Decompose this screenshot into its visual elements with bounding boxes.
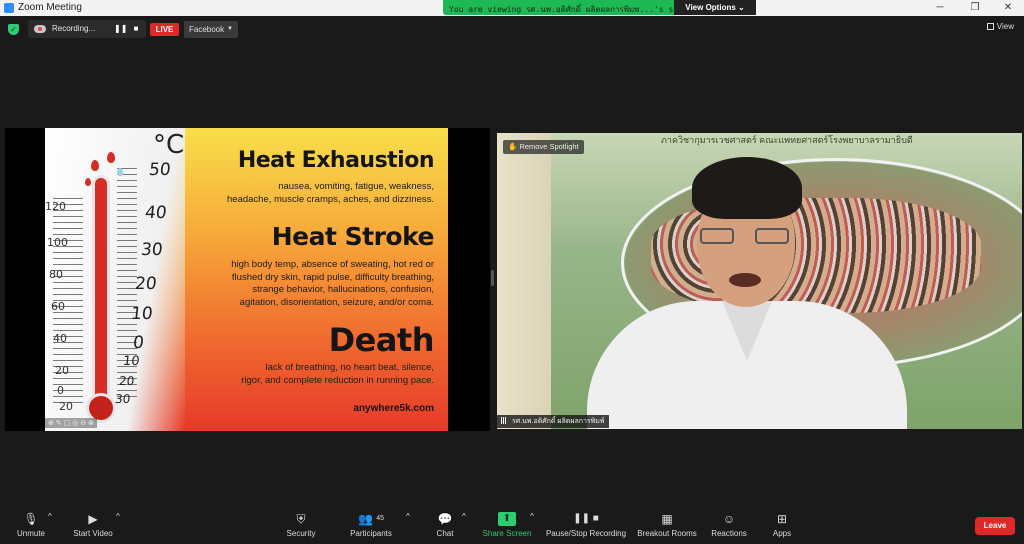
droplet-icon xyxy=(107,152,115,163)
share-caret-icon[interactable]: ^ xyxy=(530,512,534,544)
droplet-icon xyxy=(91,160,99,171)
participant-name-tag: รศ.นพ.อดิศักดิ์ ผลิตผลการพิมพ์ xyxy=(497,415,609,428)
share-screen-icon: ⬆ xyxy=(498,512,516,526)
unmute-button[interactable]: 🎙 Unmute xyxy=(14,512,48,544)
celsius-label: °C xyxy=(153,130,185,160)
presenter-toolbar[interactable]: ⊕ ✎ ▢ ◎ ⊖ ⊗ xyxy=(45,418,97,428)
stop-recording-button[interactable]: ■ xyxy=(130,23,142,35)
share-screen-button[interactable]: ⬆ Share Screen xyxy=(482,512,532,544)
maximize-button[interactable]: ❐ xyxy=(965,1,985,15)
fahrenheit-label: 20 xyxy=(59,400,73,413)
viewing-banner: You are viewing รศ.นพ.อดิศักดิ์ ผลิตผลกา… xyxy=(443,0,756,15)
glasses-right xyxy=(755,228,789,244)
window-title: Zoom Meeting xyxy=(18,2,82,13)
background-wall xyxy=(497,133,557,429)
participants-count: 45 xyxy=(376,515,385,522)
website-label: anywhere5k.com xyxy=(353,403,434,414)
recording-indicator: Recording... ❚❚ ■ xyxy=(28,20,146,38)
temp-label: 10 xyxy=(129,304,154,324)
spotlight-icon: ✋ xyxy=(508,142,520,151)
platform-label: Facebook xyxy=(189,25,225,34)
fahrenheit-label: 20 xyxy=(55,364,69,377)
minimize-button[interactable]: ─ xyxy=(930,1,950,15)
dropdown-caret-icon: ▼ xyxy=(227,26,233,32)
temp-label: 50 xyxy=(147,160,172,180)
reactions-button[interactable]: ☺ Reactions xyxy=(710,512,748,544)
heat-stroke-heading: Heat Stroke xyxy=(271,222,435,251)
participants-icon: 👥 45 xyxy=(357,512,385,526)
viewing-text: You are viewing รศ.นพ.อดิศักดิ์ ผลิตผลกา… xyxy=(449,5,679,14)
speaker-hair xyxy=(692,157,802,219)
shared-screen: °C 50 40 30 20 10 0 10 20 30 120 100 80 … xyxy=(5,128,490,431)
droplet-icon xyxy=(85,178,91,186)
shield-icon: ⛨ xyxy=(296,512,306,526)
fahrenheit-label: 60 xyxy=(51,300,65,313)
heat-exhaustion-heading: Heat Exhaustion xyxy=(237,148,435,173)
temp-label: 10 xyxy=(122,354,141,369)
muted-mic-icon: 🎙 xyxy=(23,512,39,526)
signal-icon xyxy=(501,417,509,424)
leave-button[interactable]: Leave xyxy=(975,517,1015,535)
fahrenheit-label: 100 xyxy=(47,236,68,249)
view-options-button[interactable]: View Options ⌄ xyxy=(674,0,756,15)
meeting-toolbar: 🎙 Unmute ^ ▶ Start Video ^ ⛨ Security 👥 … xyxy=(0,504,1024,544)
fahrenheit-label: 40 xyxy=(53,332,67,345)
recording-label: Recording... xyxy=(52,24,96,33)
security-button[interactable]: ⛨ Security xyxy=(284,512,318,544)
close-button[interactable]: ✕ xyxy=(998,1,1018,15)
breakout-rooms-button[interactable]: ▦ Breakout Rooms xyxy=(636,512,698,544)
split-view-divider[interactable] xyxy=(491,270,494,286)
livestream-platform-dropdown[interactable]: Facebook ▼ xyxy=(184,21,238,38)
death-heading: Death xyxy=(328,321,435,359)
live-badge: LIVE xyxy=(150,23,179,36)
breakout-rooms-icon: ▦ xyxy=(661,512,673,526)
temp-label: 20 xyxy=(118,374,136,388)
start-video-button[interactable]: ▶ Start Video xyxy=(70,512,116,544)
glasses-left xyxy=(700,228,734,244)
reactions-icon: ☺ xyxy=(722,512,736,526)
participants-button[interactable]: 👥 45 Participants xyxy=(346,512,396,544)
pause-recording-button[interactable]: ❚❚ xyxy=(114,23,127,35)
fahrenheit-label: 120 xyxy=(45,200,66,213)
temp-label: 20 xyxy=(133,274,158,294)
zoom-app-icon xyxy=(4,3,14,13)
security-shield-icon[interactable]: ✓ xyxy=(8,24,19,35)
view-button[interactable]: View xyxy=(986,22,1014,31)
video-options-caret-icon[interactable]: ^ xyxy=(116,512,120,544)
view-label: View xyxy=(996,22,1014,31)
apps-button[interactable]: ⊞ Apps xyxy=(770,512,794,544)
chat-button[interactable]: 💬 Chat xyxy=(432,512,458,544)
audio-options-caret-icon[interactable]: ^ xyxy=(48,512,52,544)
chat-caret-icon[interactable]: ^ xyxy=(462,512,466,544)
heat-exhaustion-text: nausea, vomiting, fatigue, weakness, hea… xyxy=(227,181,434,205)
temp-label: 0 xyxy=(131,333,145,353)
temp-label: 30 xyxy=(114,392,132,406)
fahrenheit-label: 80 xyxy=(49,268,63,281)
thermometer-bulb xyxy=(89,396,113,420)
heat-stroke-text: high body temp, absence of sweating, hot… xyxy=(231,259,434,308)
remove-spotlight-button[interactable]: ✋ Remove Spotlight xyxy=(503,140,584,154)
apps-icon: ⊞ xyxy=(776,512,788,526)
pause-stop-recording-button[interactable]: ❚❚ ■ Pause/Stop Recording xyxy=(544,512,628,544)
temp-label: 30 xyxy=(139,240,164,260)
thermometer-tube xyxy=(95,178,107,408)
participants-caret-icon[interactable]: ^ xyxy=(406,512,410,544)
poster-title: ภาควิชากุมารเวชศาสตร์ คณะแพทยศาสตร์โรงพย… xyxy=(661,135,913,145)
droplet-icon xyxy=(117,168,123,176)
death-text: lack of breathing, no heart beat, silenc… xyxy=(241,362,434,386)
cloud-recording-icon xyxy=(34,25,46,33)
temp-label: 40 xyxy=(143,203,168,223)
speaker-video: ภาควิชากุมารเวชศาสตร์ คณะแพทยศาสตร์โรงพย… xyxy=(497,133,1022,429)
fahrenheit-label: 0 xyxy=(57,384,64,397)
video-off-icon: ▶ xyxy=(88,512,98,526)
chat-icon: 💬 xyxy=(437,512,453,526)
view-grid-icon xyxy=(986,23,994,30)
thermometer-image: °C 50 40 30 20 10 0 10 20 30 120 100 80 … xyxy=(45,128,185,431)
pause-stop-icon: ❚❚ ■ xyxy=(573,513,599,524)
speaker-mouth xyxy=(729,273,761,287)
slide: °C 50 40 30 20 10 0 10 20 30 120 100 80 … xyxy=(45,128,448,431)
